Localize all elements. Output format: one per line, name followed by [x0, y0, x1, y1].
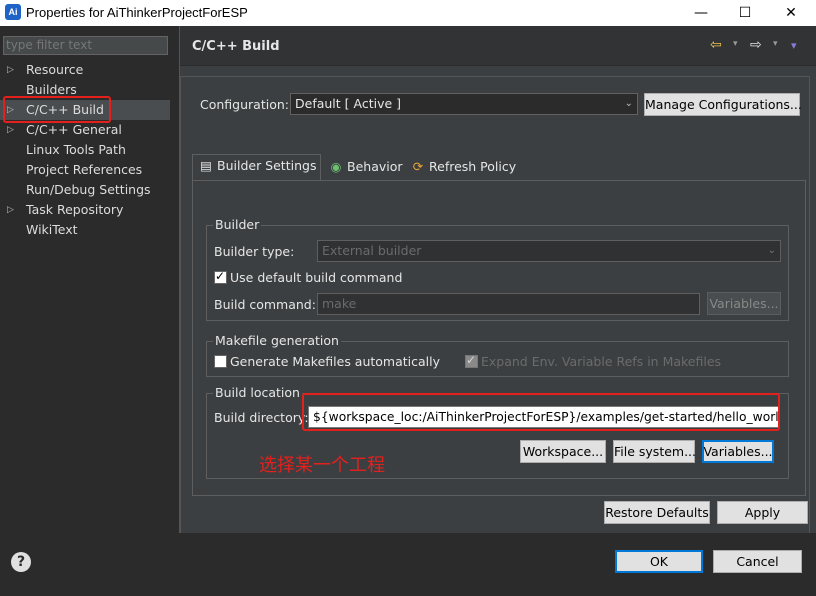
sidebar-item-label: Linux Tools Path: [26, 142, 126, 157]
sidebar-item-project-references[interactable]: Project References: [0, 160, 170, 180]
configuration-value: Default [ Active ]: [295, 96, 402, 111]
tab-refresh-policy[interactable]: ⟳ Refresh Policy: [405, 156, 523, 180]
sidebar-item-resource[interactable]: ▷ Resource: [0, 60, 170, 80]
close-button[interactable]: ✕: [768, 0, 814, 26]
expand-env-refs-checkbox[interactable]: [465, 353, 478, 368]
annotation-highlight-directory: [302, 393, 780, 431]
configuration-label: Configuration:: [200, 97, 289, 112]
makefile-group-title: Makefile generation: [213, 333, 341, 348]
sidebar-item-label: WikiText: [26, 222, 78, 237]
restore-defaults-button[interactable]: Restore Defaults: [604, 501, 710, 524]
properties-panel: C/C++ Build ⇦ ▾ ⇨ ▾ ▾ Configuration: Def…: [180, 26, 816, 534]
tab-content: Builder Builder type: External builder ⌄…: [192, 180, 806, 496]
apply-button[interactable]: Apply: [717, 501, 808, 524]
file-system-button[interactable]: File system...: [613, 440, 696, 463]
workspace-button[interactable]: Workspace...: [520, 440, 606, 463]
behavior-icon: ◉: [330, 159, 342, 174]
annotation-highlight-tree: [3, 96, 111, 123]
sidebar-item-cpp-general[interactable]: ▷ C/C++ General: [0, 120, 170, 140]
ok-button[interactable]: OK: [615, 550, 703, 573]
page-title: C/C++ Build: [192, 39, 280, 54]
chevron-down-icon: ⌄: [624, 98, 633, 109]
page-header: C/C++ Build ⇦ ▾ ⇨ ▾ ▾: [180, 26, 816, 66]
sidebar-item-label: Project References: [26, 162, 143, 177]
expand-env-refs-label: Expand Env. Variable Refs in Makefiles: [481, 354, 722, 369]
tab-label: Refresh Policy: [429, 159, 517, 174]
maximize-button[interactable]: ☐: [722, 0, 768, 26]
cancel-button[interactable]: Cancel: [713, 550, 802, 573]
expand-arrow-icon[interactable]: ▷: [7, 200, 14, 220]
filter-input[interactable]: type filter text: [3, 36, 168, 55]
build-location-group-title: Build location: [213, 385, 302, 400]
tab-behavior[interactable]: ◉ Behavior: [323, 156, 403, 180]
view-menu-icon[interactable]: ▾: [791, 39, 797, 52]
sidebar-item-linux-tools-path[interactable]: Linux Tools Path: [0, 140, 170, 160]
build-directory-label: Build directory:: [214, 410, 309, 425]
builder-type-select[interactable]: External builder ⌄: [317, 240, 781, 262]
tab-label: Behavior: [347, 159, 403, 174]
expand-arrow-icon[interactable]: ▷: [7, 60, 14, 80]
tab-label: Builder Settings: [217, 158, 317, 173]
builder-settings-icon: ▤: [200, 158, 212, 173]
sidebar-item-label: Run/Debug Settings: [26, 182, 151, 197]
expand-arrow-icon[interactable]: ▷: [7, 120, 14, 140]
sidebar-item-task-repository[interactable]: ▷ Task Repository: [0, 200, 170, 220]
builder-group-title: Builder: [213, 217, 262, 232]
app-icon: Ai: [5, 4, 21, 20]
minimize-button[interactable]: —: [678, 0, 724, 26]
configuration-select[interactable]: Default [ Active ] ⌄: [290, 93, 638, 115]
sidebar-item-label: Task Repository: [26, 202, 124, 217]
builder-variables-button[interactable]: Variables...: [707, 292, 781, 315]
page-body: Configuration: Default [ Active ] ⌄ Mana…: [180, 66, 810, 534]
help-icon[interactable]: ?: [11, 552, 31, 572]
title-bar: Ai Properties for AiThinkerProjectForESP…: [0, 0, 816, 26]
forward-arrow-icon[interactable]: ⇨: [750, 37, 762, 53]
sidebar-item-label: C/C++ General: [26, 122, 122, 137]
location-variables-button[interactable]: Variables...: [702, 440, 774, 463]
back-history-caret-icon[interactable]: ▾: [733, 39, 738, 49]
back-arrow-icon[interactable]: ⇦: [710, 37, 722, 53]
chevron-down-icon: ⌄: [767, 245, 776, 256]
forward-history-caret-icon[interactable]: ▾: [773, 39, 778, 49]
build-command-label: Build command:: [214, 297, 316, 312]
sidebar: type filter text ▷ Resource Builders ▷ C…: [0, 26, 179, 533]
dialog-footer: ? OK Cancel: [0, 533, 816, 596]
sidebar-item-run-debug-settings[interactable]: Run/Debug Settings: [0, 180, 170, 200]
refresh-icon: ⟳: [412, 159, 424, 174]
generate-makefiles-checkbox[interactable]: [214, 355, 227, 368]
sidebar-item-label: Resource: [26, 62, 84, 77]
annotation-text: 选择某一个工程: [259, 455, 385, 476]
generate-makefiles-label: Generate Makefiles automatically: [230, 354, 441, 369]
sidebar-item-wikitext[interactable]: WikiText: [0, 220, 170, 240]
builder-type-value: External builder: [322, 243, 422, 258]
window-title: Properties for AiThinkerProjectForESP: [26, 5, 248, 20]
build-command-field[interactable]: make: [317, 293, 700, 315]
use-default-command-checkbox[interactable]: [214, 269, 227, 284]
manage-configurations-button[interactable]: Manage Configurations...: [644, 93, 802, 116]
tab-builder-settings[interactable]: ▤ Builder Settings: [192, 154, 321, 180]
use-default-command-label: Use default build command: [230, 270, 403, 285]
builder-type-label: Builder type:: [214, 244, 295, 259]
